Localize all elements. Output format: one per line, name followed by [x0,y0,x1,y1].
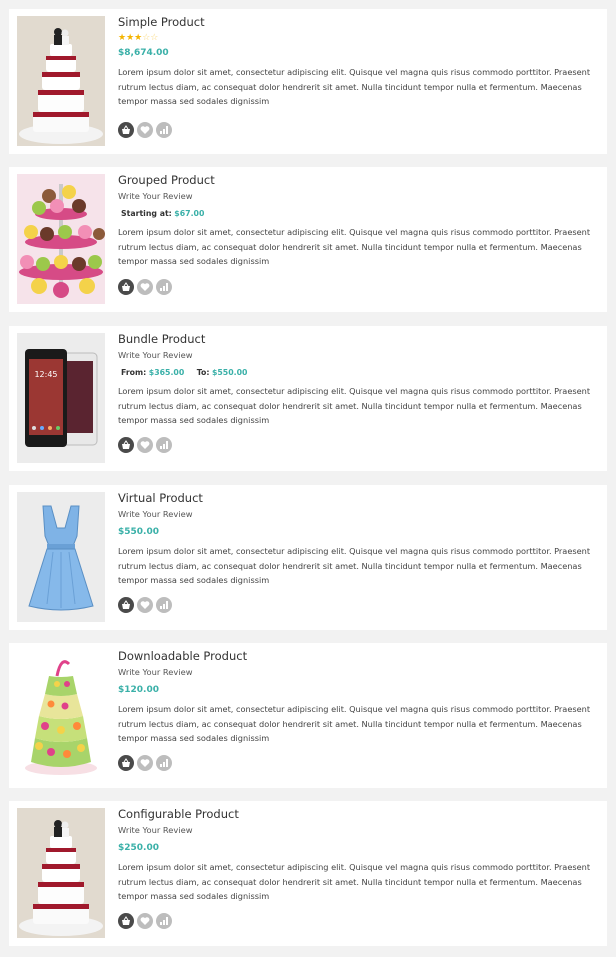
product-card: 12:45 Bundle Product Write Your Review F… [9,326,607,471]
product-image-smartphone[interactable]: 12:45 [17,333,105,463]
product-image-wedding-cake[interactable] [17,808,105,938]
to-label: To: [196,368,210,377]
product-card: Downloadable Product Write Your Review $… [9,643,607,788]
product-price: $8,674.00 [118,48,169,58]
product-price-range: From: $365.00 To: $550.00 [121,367,593,378]
compare-icon[interactable] [156,437,172,453]
product-card: Grouped Product Write Your Review Starti… [9,167,607,312]
write-review-link[interactable]: Write Your Review [118,825,593,836]
basket-icon[interactable] [118,279,134,295]
price-label: Starting at: [121,209,172,218]
product-description: Lorem ipsum dolor sit amet, consectetur … [118,704,591,744]
product-actions [118,122,172,138]
product-list: Simple Product ★★★☆☆ $8,674.00 Lorem ips… [0,0,616,957]
heart-icon[interactable] [137,913,153,929]
product-price: $250.00 [118,843,159,853]
compare-icon[interactable] [156,279,172,295]
product-price: $550.00 [118,527,159,537]
rating-stars: ★★★☆☆ [118,33,159,43]
compare-icon[interactable] [156,755,172,771]
basket-icon[interactable] [118,437,134,453]
from-label: From: [121,368,147,377]
write-review-link[interactable]: Write Your Review [118,667,593,678]
write-review-link[interactable]: Write Your Review [118,350,593,361]
product-actions [118,437,172,453]
product-image-wedding-cake[interactable] [17,16,105,146]
product-description: Lorem ipsum dolor sit amet, consectetur … [118,67,591,107]
compare-icon[interactable] [156,913,172,929]
product-image-flower-cake[interactable] [17,650,105,780]
heart-icon[interactable] [137,755,153,771]
heart-icon[interactable] [137,597,153,613]
product-image-cupcakes[interactable] [17,174,105,304]
product-title[interactable]: Virtual Product [118,491,593,505]
write-review-link[interactable]: Write Your Review [118,509,593,520]
product-title[interactable]: Configurable Product [118,807,593,821]
product-actions [118,755,172,771]
basket-icon[interactable] [118,755,134,771]
product-card: Virtual Product Write Your Review $550.0… [9,485,607,630]
svg-text:12:45: 12:45 [34,370,57,379]
basket-icon[interactable] [118,122,134,138]
product-title[interactable]: Grouped Product [118,173,593,187]
product-title[interactable]: Downloadable Product [118,649,593,663]
from-price: $365.00 [148,368,185,377]
price-value: $67.00 [174,209,205,218]
product-title[interactable]: Bundle Product [118,332,593,346]
compare-icon[interactable] [156,122,172,138]
product-image-blue-dress[interactable] [17,492,105,622]
product-card: Simple Product ★★★☆☆ $8,674.00 Lorem ips… [9,9,607,154]
write-review-link[interactable]: Write Your Review [118,191,593,202]
product-price: $120.00 [118,685,159,695]
heart-icon[interactable] [137,122,153,138]
basket-icon[interactable] [118,913,134,929]
heart-icon[interactable] [137,437,153,453]
product-actions [118,597,172,613]
product-description: Lorem ipsum dolor sit amet, consectetur … [118,862,591,902]
to-price: $550.00 [211,368,248,377]
product-description: Lorem ipsum dolor sit amet, consectetur … [118,386,591,426]
product-card: Configurable Product Write Your Review $… [9,801,607,946]
product-price: Starting at: $67.00 [121,208,593,219]
product-actions [118,279,172,295]
product-description: Lorem ipsum dolor sit amet, consectetur … [118,227,591,267]
basket-icon[interactable] [118,597,134,613]
product-title[interactable]: Simple Product [118,15,593,29]
compare-icon[interactable] [156,597,172,613]
product-description: Lorem ipsum dolor sit amet, consectetur … [118,546,591,586]
heart-icon[interactable] [137,279,153,295]
product-actions [118,913,172,929]
